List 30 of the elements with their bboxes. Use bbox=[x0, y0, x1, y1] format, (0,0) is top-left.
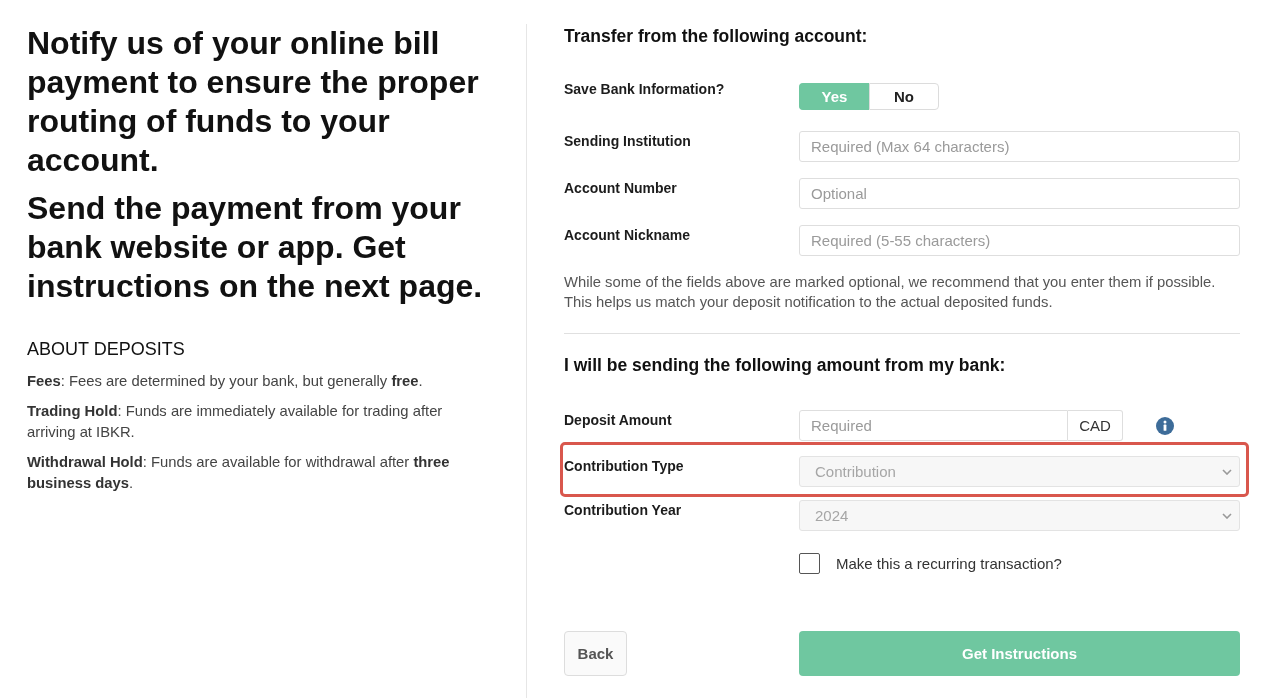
chevron-down-icon bbox=[1222, 512, 1232, 519]
field-label: Deposit Amount bbox=[564, 411, 672, 429]
text-field[interactable]: Optional bbox=[799, 178, 1240, 209]
chevron-down-icon bbox=[1222, 468, 1232, 475]
section-title: I will be sending the following amount from my bank: bbox=[564, 354, 1006, 377]
section-title: Transfer from the following account: bbox=[564, 25, 868, 48]
field-label: Sending Institution bbox=[564, 132, 691, 150]
back-button[interactable]: Back bbox=[564, 631, 627, 676]
intro-heading: Notify us of your online bill payment to ensure the proper routing of funds to your account. bbox=[27, 24, 480, 180]
get-instructions-button[interactable]: Get Instructions bbox=[799, 631, 1240, 676]
field-label: Contribution Type bbox=[564, 457, 684, 475]
checkbox-label[interactable]: Make this a recurring transaction? bbox=[836, 555, 1062, 572]
toggle-option[interactable]: Yes bbox=[799, 83, 869, 110]
info-paragraph: Fees: Fees are determined by your bank, but generally free. bbox=[27, 372, 424, 391]
amount-field[interactable]: Required bbox=[799, 410, 1068, 441]
toggle-option[interactable]: No bbox=[869, 83, 939, 110]
field-label: Account Nickname bbox=[564, 226, 691, 244]
intro-heading: Send the payment from your bank website or app. Get instructions on the next page. bbox=[27, 189, 484, 306]
text-field[interactable]: Required (5-55 characters) bbox=[799, 225, 1240, 256]
checkbox[interactable] bbox=[799, 553, 820, 574]
info-icon[interactable] bbox=[1156, 416, 1174, 435]
help-text: While some of the fields above are marked optional, we recommend that you enter them if possible. This helps us match your deposit notification to the actual deposited funds. bbox=[564, 273, 1217, 312]
field-label: Account Number bbox=[564, 179, 677, 197]
text-field[interactable]: Required (Max 64 characters) bbox=[799, 131, 1240, 162]
info-paragraph: Withdrawal Hold: Funds are available for withdrawal after three business days. bbox=[27, 453, 451, 493]
info-paragraph: Trading Hold: Funds are immediately available for trading after arriving at IBKR. bbox=[27, 402, 444, 442]
currency-addon: CAD bbox=[1068, 410, 1123, 441]
section-title: ABOUT DEPOSITS bbox=[27, 338, 185, 360]
field-label: Save Bank Information? bbox=[564, 80, 725, 98]
field-label: Contribution Year bbox=[564, 501, 682, 519]
